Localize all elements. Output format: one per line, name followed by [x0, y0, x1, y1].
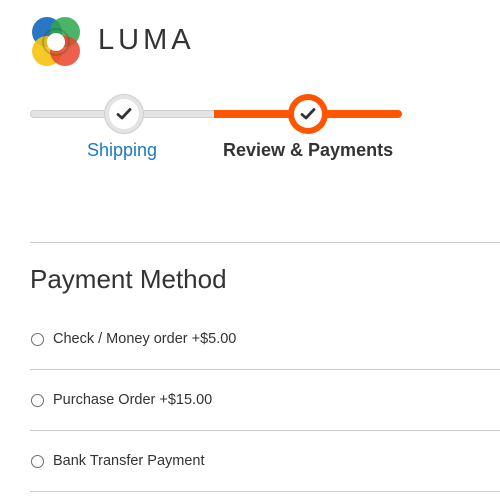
payment-option-purchaseorder[interactable]: Purchase Order +$15.00 — [30, 388, 500, 412]
luma-logo-icon — [32, 17, 80, 66]
step-review-indicator — [288, 94, 328, 134]
step-shipping-indicator[interactable] — [104, 94, 144, 134]
payment-radio-checkmo[interactable] — [31, 332, 44, 346]
checkout-page: LUMA Shipping Review & Payments Payment … — [0, 0, 500, 500]
step-review-label: Review & Payments — [223, 140, 394, 160]
payment-option-label: Check / Money order +$5.00 — [53, 331, 237, 347]
payment-radio-purchaseorder[interactable] — [31, 393, 44, 407]
payment-option-label: Bank Transfer Payment — [53, 453, 205, 469]
checkmark-icon — [300, 108, 316, 120]
payment-radio-banktransfer[interactable] — [31, 454, 44, 468]
payment-option-label: Purchase Order +$15.00 — [53, 392, 213, 408]
brand-name: LUMA — [98, 24, 195, 56]
checkmark-icon — [116, 108, 132, 120]
section-divider — [30, 242, 500, 243]
luma-logo[interactable]: LUMA — [30, 16, 202, 70]
step-shipping-link[interactable]: Shipping — [87, 140, 157, 161]
option-divider — [30, 430, 500, 431]
checkout-progress-bar: Shipping Review & Payments — [0, 86, 500, 176]
payment-method-title: Payment Method — [30, 264, 227, 294]
option-divider — [30, 369, 500, 370]
payment-option-banktransfer[interactable]: Bank Transfer Payment — [30, 449, 500, 473]
option-divider — [30, 491, 500, 492]
payment-option-checkmo[interactable]: Check / Money order +$5.00 — [30, 327, 500, 351]
